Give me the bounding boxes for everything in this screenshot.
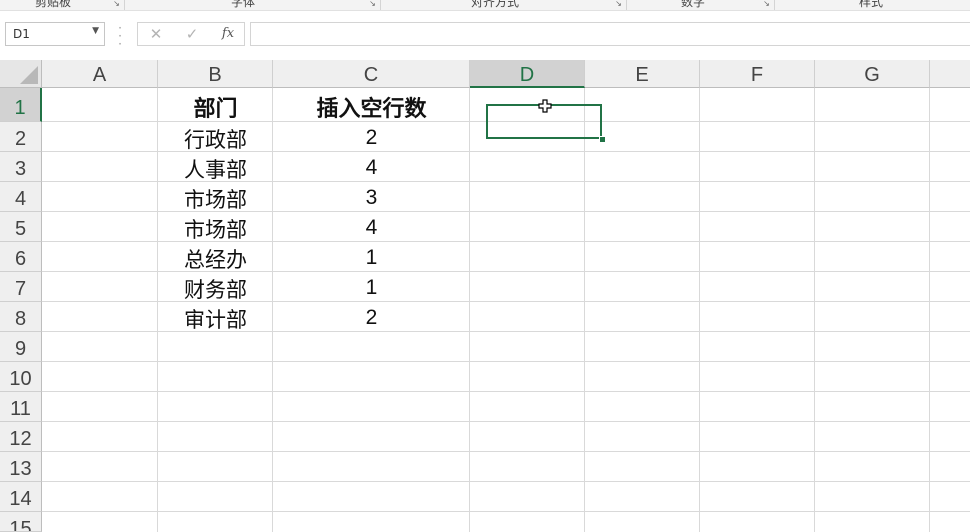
gridline bbox=[814, 88, 815, 532]
row-header-15[interactable]: 15 bbox=[0, 512, 42, 532]
cell-b1[interactable]: 部门 bbox=[158, 91, 273, 122]
column-header-b[interactable]: B bbox=[158, 60, 273, 88]
cell-b8[interactable]: 审计部 bbox=[158, 304, 273, 332]
check-icon[interactable]: ✓ bbox=[180, 25, 204, 43]
name-box-value: D1 bbox=[13, 27, 30, 41]
row-header-11[interactable]: 11 bbox=[0, 392, 42, 422]
gridline bbox=[42, 511, 970, 512]
row-header-13[interactable]: 13 bbox=[0, 452, 42, 482]
column-header-f[interactable]: F bbox=[700, 60, 815, 88]
gridline bbox=[42, 421, 970, 422]
formula-bar: D1 ▼ · · · ✕ ✓ fx bbox=[0, 11, 970, 60]
cell-c3[interactable]: 4 bbox=[273, 156, 470, 184]
cell-c2[interactable]: 2 bbox=[273, 126, 470, 154]
cell-c4[interactable]: 3 bbox=[273, 186, 470, 214]
gridline bbox=[929, 88, 930, 532]
gridline bbox=[42, 451, 970, 452]
number-dialog-launcher-icon[interactable]: ↘ bbox=[762, 0, 771, 8]
cell-c5[interactable]: 4 bbox=[273, 216, 470, 244]
column-header-c[interactable]: C bbox=[273, 60, 470, 88]
close-icon[interactable]: ✕ bbox=[144, 25, 168, 43]
insert-function-button[interactable]: fx bbox=[216, 25, 240, 43]
cell-b4[interactable]: 市场部 bbox=[158, 184, 273, 212]
ribbon-group-alignment: 对齐方式 bbox=[470, 0, 519, 9]
column-header-a[interactable]: A bbox=[42, 60, 158, 88]
gridline bbox=[584, 88, 585, 532]
cell-select-cursor-icon bbox=[538, 99, 552, 113]
column-header-d[interactable]: D bbox=[470, 60, 585, 88]
chevron-down-icon[interactable]: ▼ bbox=[92, 26, 99, 36]
row-header-3[interactable]: 3 bbox=[0, 152, 42, 182]
row-header-14[interactable]: 14 bbox=[0, 482, 42, 512]
ribbon-separator bbox=[774, 0, 775, 10]
row-header-2[interactable]: 2 bbox=[0, 122, 42, 152]
row-header-10[interactable]: 10 bbox=[0, 362, 42, 392]
ribbon-separator bbox=[380, 0, 381, 10]
alignment-dialog-launcher-icon[interactable]: ↘ bbox=[614, 0, 623, 8]
ribbon-group-styles: 样式 bbox=[858, 0, 883, 9]
column-header-e[interactable]: E bbox=[585, 60, 700, 88]
column-header-h[interactable] bbox=[930, 60, 970, 88]
formula-input[interactable] bbox=[250, 22, 970, 46]
row-header-8[interactable]: 8 bbox=[0, 302, 42, 332]
ribbon-group-clipboard: 剪贴板 bbox=[34, 0, 71, 9]
formula-buttons: ✕ ✓ fx bbox=[137, 22, 245, 46]
ribbon-separator bbox=[626, 0, 627, 10]
cell-b5[interactable]: 市场部 bbox=[158, 214, 273, 242]
name-box[interactable]: D1 ▼ bbox=[5, 22, 105, 46]
column-header-g[interactable]: G bbox=[815, 60, 930, 88]
cell-b3[interactable]: 人事部 bbox=[158, 154, 273, 182]
gridline bbox=[42, 361, 970, 362]
cell-b2[interactable]: 行政部 bbox=[158, 124, 273, 152]
cell-b7[interactable]: 财务部 bbox=[158, 274, 273, 302]
ribbon-group-font: 字体 bbox=[230, 0, 255, 9]
cell-c6[interactable]: 1 bbox=[273, 246, 470, 274]
row-header-12[interactable]: 12 bbox=[0, 422, 42, 452]
drag-handle-icon[interactable]: · · · bbox=[117, 22, 123, 50]
row-header-9[interactable]: 9 bbox=[0, 332, 42, 362]
fill-handle[interactable] bbox=[599, 136, 606, 143]
select-all-triangle-icon bbox=[20, 66, 38, 84]
gridline bbox=[42, 391, 970, 392]
cell-c1[interactable]: 插入空行数 bbox=[273, 91, 470, 122]
ribbon-group-number: 数字 bbox=[680, 0, 705, 9]
row-header-7[interactable]: 7 bbox=[0, 272, 42, 302]
clipboard-dialog-launcher-icon[interactable]: ↘ bbox=[112, 0, 121, 8]
ribbon-separator bbox=[124, 0, 125, 10]
row-header-5[interactable]: 5 bbox=[0, 212, 42, 242]
gridline bbox=[699, 88, 700, 532]
row-header-6[interactable]: 6 bbox=[0, 242, 42, 272]
cell-c7[interactable]: 1 bbox=[273, 276, 470, 304]
row-header-4[interactable]: 4 bbox=[0, 182, 42, 212]
select-all-button[interactable] bbox=[0, 60, 42, 88]
row-header-1[interactable]: 1 bbox=[0, 88, 42, 122]
cell-b6[interactable]: 总经办 bbox=[158, 244, 273, 272]
font-dialog-launcher-icon[interactable]: ↘ bbox=[368, 0, 377, 8]
gridline bbox=[42, 481, 970, 482]
spreadsheet-grid: A B C D E F G 1 2 3 4 5 6 7 8 9 10 11 12… bbox=[0, 60, 970, 532]
ribbon-group-labels: 剪贴板 ↘ 字体 ↘ 对齐方式 ↘ 数字 ↘ 样式 bbox=[0, 0, 970, 11]
cell-c8[interactable]: 2 bbox=[273, 306, 470, 334]
